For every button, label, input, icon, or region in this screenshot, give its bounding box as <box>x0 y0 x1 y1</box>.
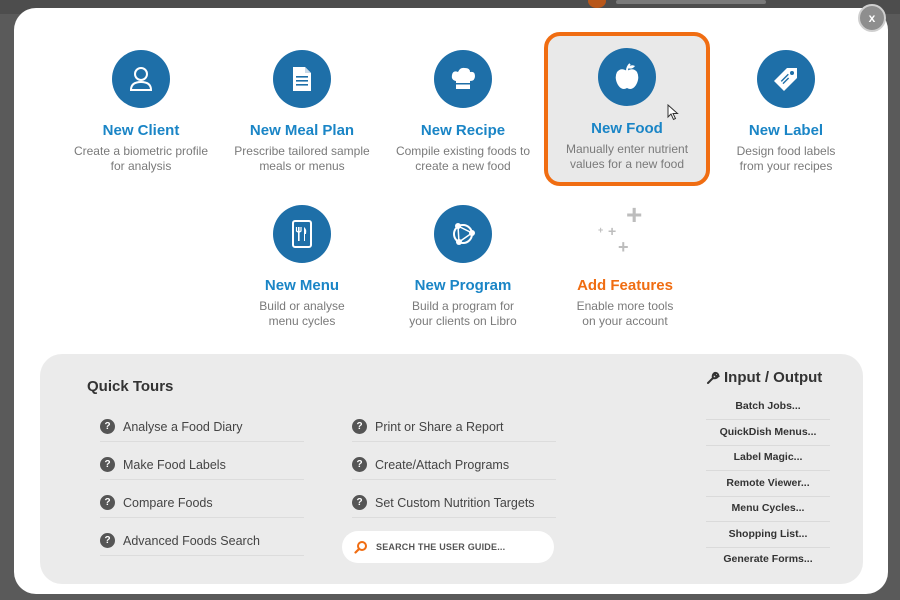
tile-desc: Enable more tools on your account <box>576 299 674 328</box>
tour-item[interactable]: ? Make Food Labels <box>100 450 304 480</box>
person-icon <box>112 50 170 108</box>
io-item-quickdish-menus[interactable]: QuickDish Menus... <box>706 422 830 446</box>
tour-item[interactable]: ? Create/Attach Programs <box>352 450 556 480</box>
tile-new-recipe[interactable]: New Recipe Compile existing foods to crea… <box>382 50 544 173</box>
tour-item[interactable]: ? Analyse a Food Diary <box>100 412 304 442</box>
search-icon <box>354 541 367 554</box>
io-item-shopping-list[interactable]: Shopping List... <box>706 524 830 548</box>
quick-tours-title: Quick Tours <box>87 378 174 395</box>
tile-title: New Program <box>414 277 512 294</box>
tile-desc: Build a program for your clients on Libro <box>409 299 517 328</box>
tile-title: New Meal Plan <box>249 122 355 139</box>
wrench-icon <box>707 371 720 384</box>
io-item-menu-cycles[interactable]: Menu Cycles... <box>706 498 830 522</box>
background-search-icon <box>588 0 606 8</box>
io-item-batch-jobs[interactable]: Batch Jobs... <box>706 396 830 420</box>
tour-item[interactable]: ? Advanced Foods Search <box>100 526 304 556</box>
question-icon: ? <box>100 533 115 548</box>
document-icon <box>273 50 331 108</box>
question-icon: ? <box>100 419 115 434</box>
tile-title: New Label <box>748 122 824 139</box>
input-output-title: Input / Output <box>706 369 822 386</box>
tile-new-client[interactable]: New Client Create a biometric profile for… <box>60 50 222 173</box>
apple-icon <box>598 48 656 106</box>
question-icon: ? <box>352 419 367 434</box>
user-guide-search[interactable] <box>342 531 554 563</box>
tile-title: New Recipe <box>420 122 506 139</box>
question-icon: ? <box>352 495 367 510</box>
user-guide-search-input[interactable] <box>376 542 546 552</box>
io-item-remote-viewer[interactable]: Remote Viewer... <box>706 473 830 497</box>
tour-item[interactable]: ? Compare Foods <box>100 488 304 518</box>
question-icon: ? <box>100 457 115 472</box>
tile-desc: Design food labels from your recipes <box>736 144 836 173</box>
io-item-generate-forms[interactable]: Generate Forms... <box>706 549 830 573</box>
tablet-utensils-icon <box>273 205 331 263</box>
tile-new-food[interactable]: New Food Manually enter nutrient values f… <box>544 32 710 186</box>
tile-title: New Client <box>102 122 180 139</box>
tile-desc: Prescribe tailored sample meals or menus <box>234 144 370 173</box>
tile-desc: Create a biometric profile for analysis <box>73 144 209 173</box>
tile-new-label[interactable]: New Label Design food labels from your re… <box>705 50 867 173</box>
tile-title: New Menu <box>264 277 340 294</box>
tile-title: New Food <box>591 120 663 137</box>
tag-icon <box>757 50 815 108</box>
network-icon <box>434 205 492 263</box>
background-text <box>616 0 766 4</box>
chef-hat-icon <box>434 50 492 108</box>
question-icon: ? <box>100 495 115 510</box>
tile-new-program[interactable]: New Program Build a program for your clie… <box>382 205 544 328</box>
tile-desc: Compile existing foods to create a new fo… <box>395 144 531 173</box>
tile-title: Add Features <box>577 277 673 294</box>
tour-item[interactable]: ? Print or Share a Report <box>352 412 556 442</box>
tile-add-features[interactable]: + + + + Add Features Enable more tools on… <box>544 199 706 328</box>
quick-tours-panel: Quick Tours ? Analyse a Food Diary ? Make … <box>40 354 863 584</box>
io-item-label-magic[interactable]: Label Magic... <box>706 447 830 471</box>
tile-new-menu[interactable]: New Menu Build or analyse menu cycles <box>221 205 383 328</box>
tour-item[interactable]: ? Set Custom Nutrition Targets <box>352 488 556 518</box>
tile-new-meal-plan[interactable]: New Meal Plan Prescribe tailored sample m… <box>221 50 383 173</box>
plus-icon: + + + + <box>598 199 643 257</box>
mouse-cursor-icon <box>667 104 679 121</box>
close-button[interactable]: x <box>858 4 886 32</box>
tile-desc: Build or analyse menu cycles <box>259 299 345 328</box>
tile-desc: Manually enter nutrient values for a new … <box>565 142 689 171</box>
question-icon: ? <box>352 457 367 472</box>
